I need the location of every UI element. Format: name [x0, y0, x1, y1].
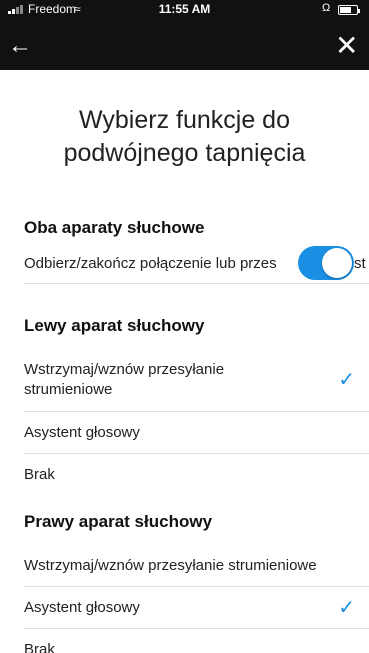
right-option-pause-resume[interactable]: Wstrzymaj/wznów przesyłanie strumieniowe [24, 545, 369, 587]
left-option-voice-assistant[interactable]: Asystent głosowy [24, 412, 369, 454]
section-heading-both: Oba aparaty słuchowe [24, 218, 205, 237]
right-option-pause-resume-label: Wstrzymaj/wznów przesyłanie strumieniowe [24, 556, 317, 574]
right-option-none[interactable]: Brak [24, 629, 369, 653]
left-option-pause-resume[interactable]: Wstrzymaj/wznów przesyłanie strumieniowe… [24, 348, 369, 412]
back-arrow-icon[interactable]: ← [8, 32, 32, 60]
headphones-icon: Ω [322, 2, 331, 14]
page-title: Wybierz funkcje do podwójnego tapnięcia [63, 106, 306, 167]
status-time: 11:55 AM [158, 2, 211, 16]
both-aids-row-label: Odbierz/zakończ połączenie lub przes [24, 254, 277, 272]
checkmark-icon: ✓ [338, 597, 355, 619]
right-option-none-label: Brak [24, 641, 55, 653]
top-bar: Freedom ≈ 11:55 AM Ω ← ✕ [0, 0, 369, 70]
right-option-voice-assistant-label: Asystent głosowy [24, 598, 140, 616]
section-heading-right: Prawy aparat słuchowy [24, 512, 213, 531]
battery-icon [338, 5, 360, 15]
status-bar: Freedom ≈ 11:55 AM Ω [0, 0, 369, 20]
left-option-none[interactable]: Brak [24, 454, 369, 496]
both-aids-row-label-suffix: st [354, 255, 366, 272]
checkmark-icon: ✓ [338, 369, 355, 391]
left-option-pause-resume-label: Wstrzymaj/wznów przesyłanie strumieniowe [24, 360, 225, 398]
section-heading-left: Lewy aparat słuchowy [24, 316, 205, 335]
left-option-none-label: Brak [24, 466, 55, 483]
left-option-voice-assistant-label: Asystent głosowy [24, 423, 140, 441]
both-aids-toggle[interactable] [298, 246, 354, 280]
close-icon[interactable]: ✕ [335, 32, 358, 60]
right-option-voice-assistant[interactable]: Asystent głosowy ✓ [24, 587, 369, 629]
